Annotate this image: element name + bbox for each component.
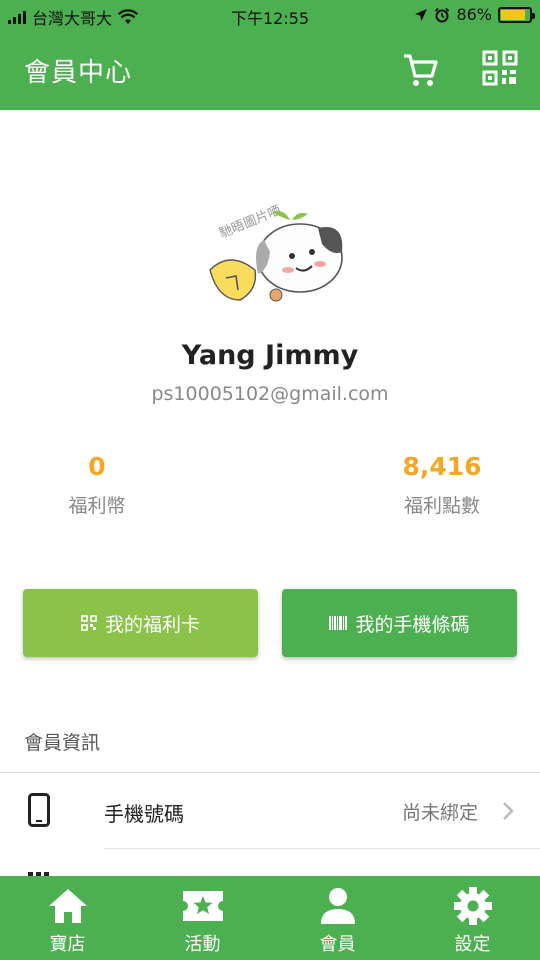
welfare-points-label: 福利點數 xyxy=(403,495,480,517)
ticket-star-icon xyxy=(182,891,223,921)
person-icon xyxy=(320,888,355,924)
home-icon xyxy=(48,889,87,923)
nav-settings-label: 設定 xyxy=(454,934,491,955)
battery-icon xyxy=(498,6,535,23)
next-row-partial[interactable] xyxy=(0,848,540,878)
phone-number-status: 尚未綁定 xyxy=(401,802,478,824)
nav-settings[interactable]: 設定 xyxy=(405,876,540,960)
avatar[interactable]: 馳晤圖片哂 xyxy=(200,200,350,310)
bottom-nav: 寶店 活動 會員 設定 xyxy=(0,876,540,960)
welfare-card-label: 我的福利卡 xyxy=(104,613,200,636)
qr-code-small-icon xyxy=(81,615,97,631)
welfare-card-button[interactable]: 我的福利卡 xyxy=(23,589,258,657)
nav-member-label: 會員 xyxy=(319,934,356,955)
mobile-barcode-label: 我的手機條碼 xyxy=(355,613,470,636)
gear-icon xyxy=(453,887,492,925)
nav-home-label: 寶店 xyxy=(49,934,86,955)
status-bar: 台灣大哥大 下午12:55 86% xyxy=(0,0,540,30)
smartphone-icon xyxy=(28,793,50,827)
app-bar: 會員中心 xyxy=(0,30,540,110)
nav-home[interactable]: 寶店 xyxy=(0,876,135,960)
welfare-points-value: 8,416 xyxy=(402,452,482,481)
user-name: Yang Jimmy xyxy=(181,340,359,371)
qr-code-button[interactable] xyxy=(482,50,522,90)
battery-percent: 86% xyxy=(456,5,492,24)
phone-number-row[interactable]: 手機號碼 尚未綁定 xyxy=(0,773,540,848)
chevron-right-icon xyxy=(503,802,514,820)
shopping-cart-icon xyxy=(404,54,438,86)
welfare-coins-value: 0 xyxy=(88,452,106,481)
cart-button[interactable] xyxy=(400,50,440,90)
qr-code-icon xyxy=(482,50,518,86)
status-right: 86% xyxy=(414,5,535,24)
member-info-title: 會員資訊 xyxy=(24,732,101,754)
avatar-illustration: 馳晤圖片哂 xyxy=(209,203,343,302)
welfare-coins-stat[interactable]: 0 福利幣 xyxy=(0,452,197,518)
nav-member[interactable]: 會員 xyxy=(270,876,405,960)
welfare-points-stat[interactable]: 8,416 福利點數 xyxy=(342,452,540,518)
nav-events[interactable]: 活動 xyxy=(135,876,270,960)
page-title: 會員中心 xyxy=(24,58,133,88)
user-email: ps10005102@gmail.com xyxy=(151,383,389,405)
nav-events-label: 活動 xyxy=(184,934,221,955)
barcode-icon xyxy=(329,616,348,630)
mobile-barcode-button[interactable]: 我的手機條碼 xyxy=(282,589,517,657)
welfare-coins-label: 福利幣 xyxy=(68,495,126,517)
alarm-icon xyxy=(435,7,450,22)
phone-number-label: 手機號碼 xyxy=(104,802,184,826)
location-arrow-icon xyxy=(415,8,428,21)
